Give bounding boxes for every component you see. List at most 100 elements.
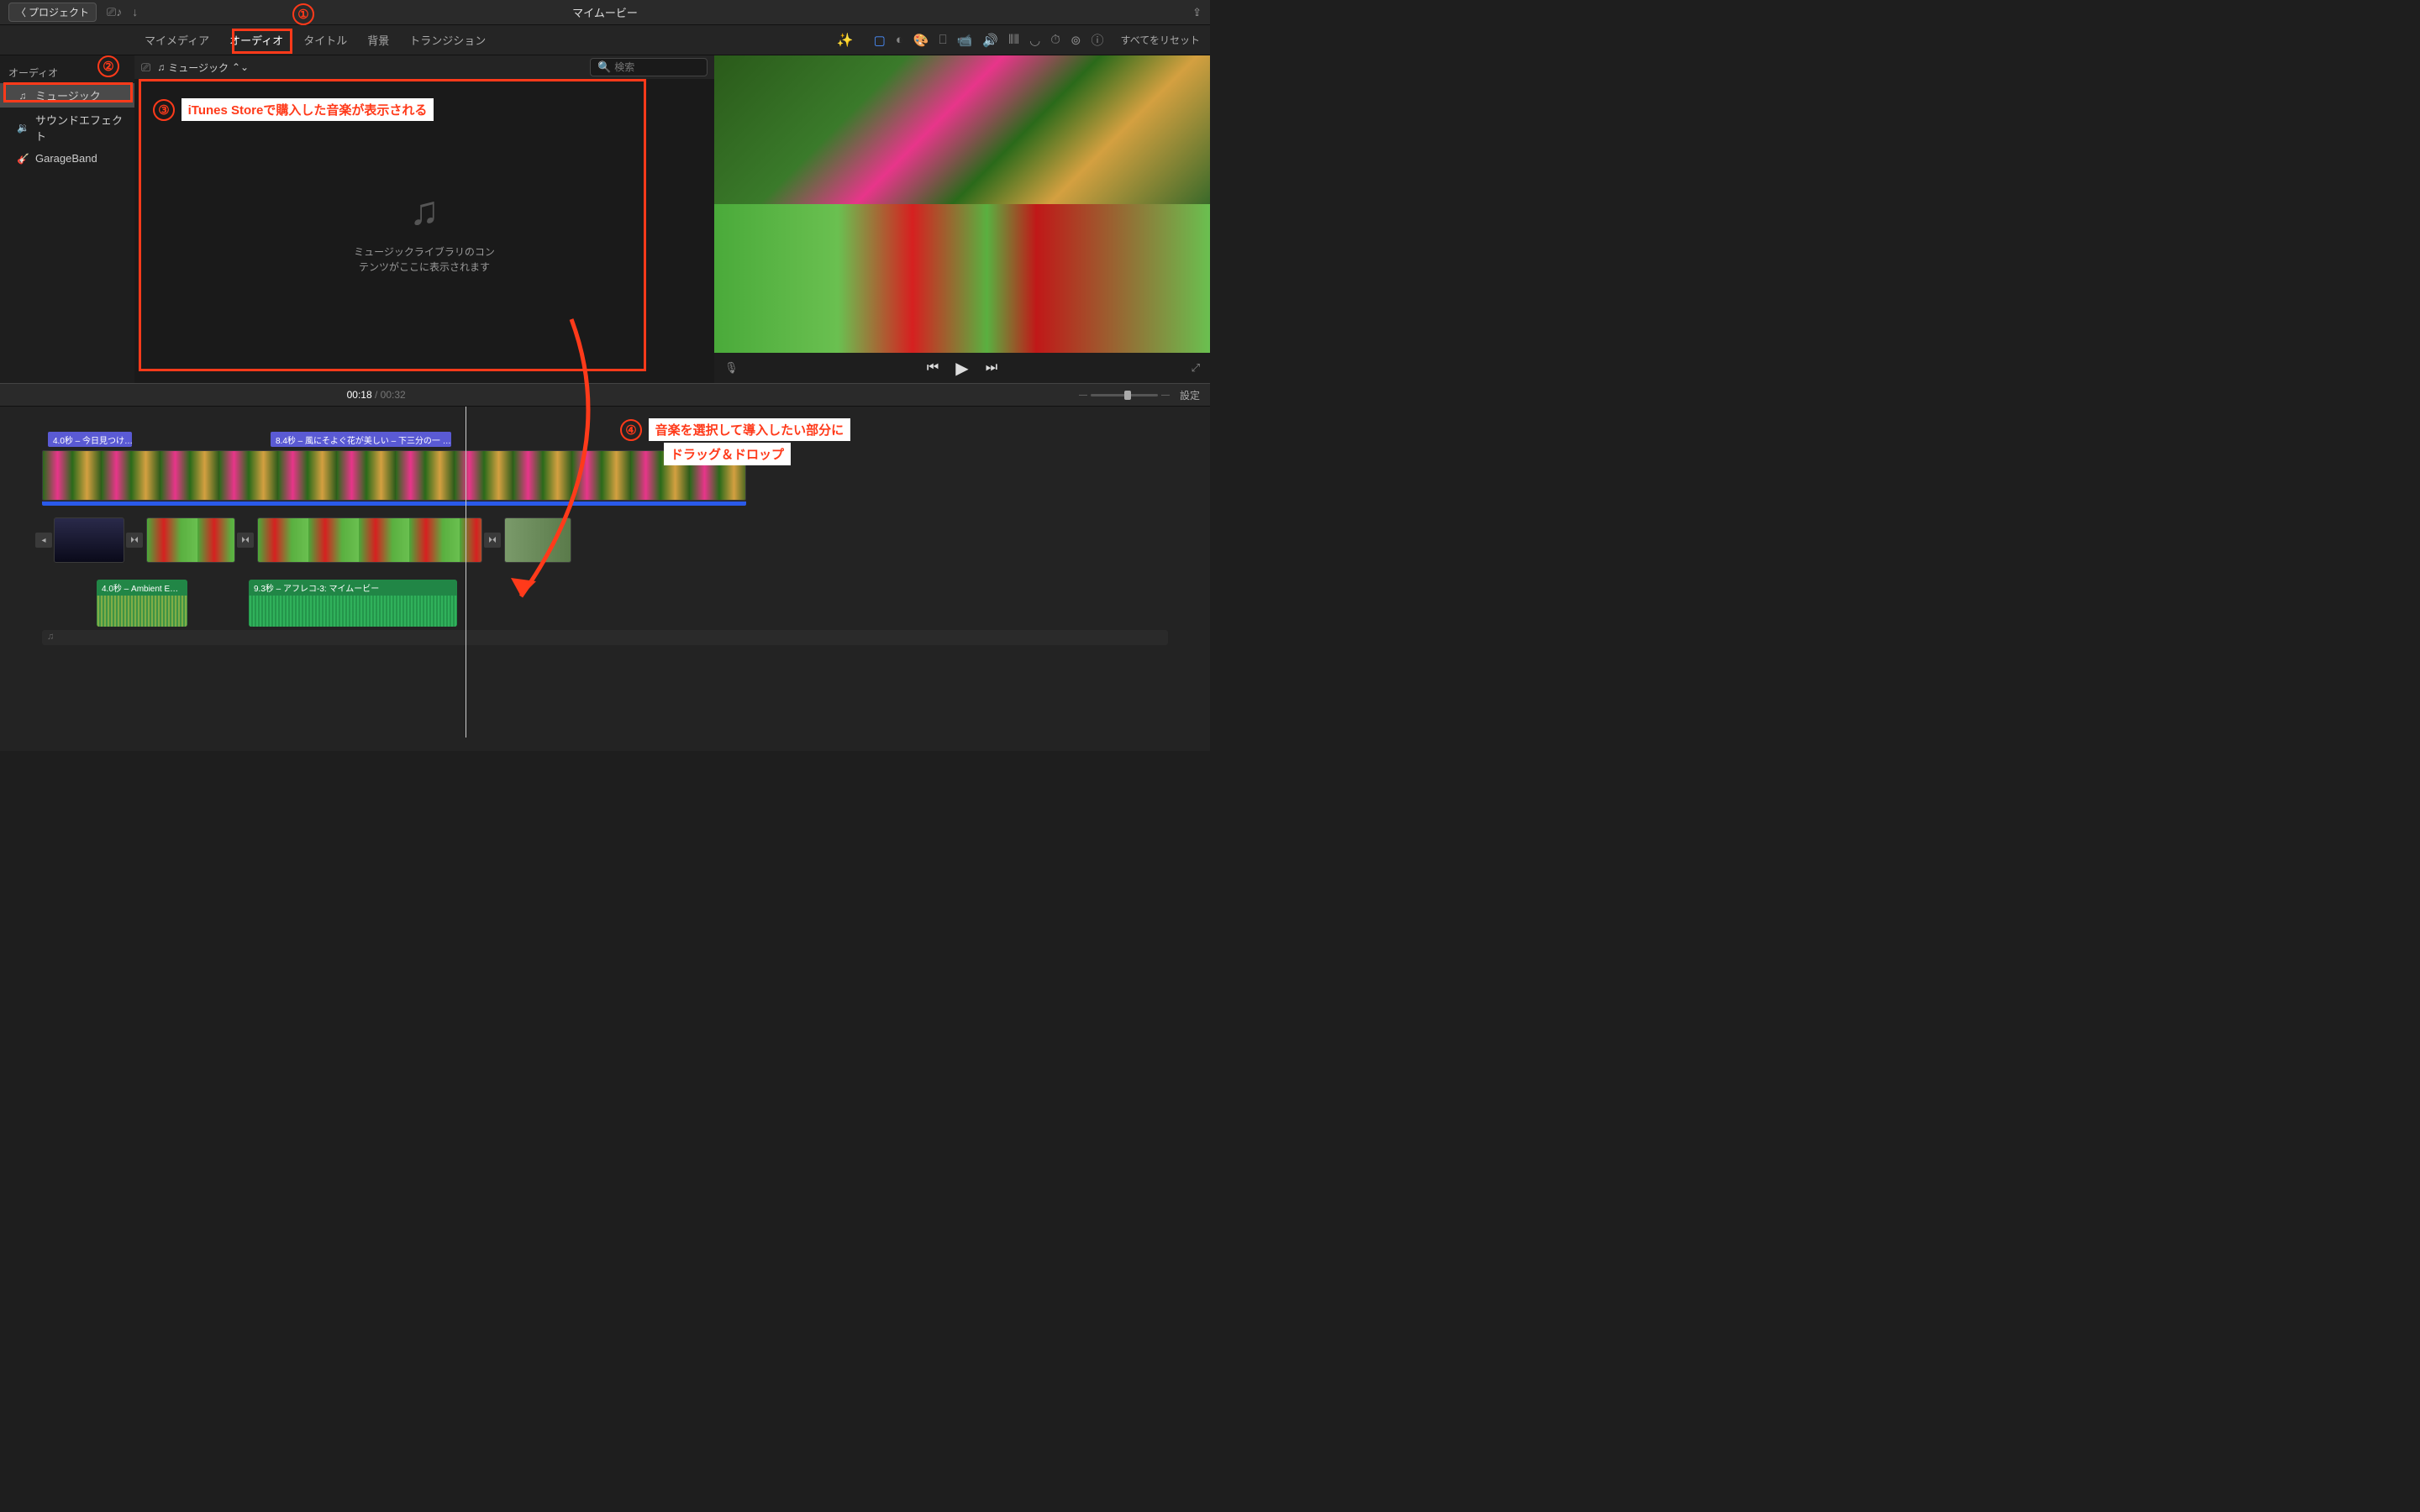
transition-icon[interactable]: ⏵⏴ xyxy=(126,533,143,548)
browser-empty-state: ♫ ミュージックライブラリのコン テンツがここに表示されます xyxy=(134,79,714,383)
reset-all-button[interactable]: すべてをリセット xyxy=(1121,33,1200,47)
search-box[interactable]: 🔍 xyxy=(590,58,708,76)
library-selector[interactable]: ♫ ミュージック ⌃⌄ xyxy=(157,60,249,75)
tab-backgrounds[interactable]: 背景 xyxy=(357,25,399,55)
waveform xyxy=(97,596,187,627)
play-button[interactable]: ▶ xyxy=(955,358,968,379)
tab-titles[interactable]: タイトル xyxy=(293,25,357,55)
slider-thumb[interactable] xyxy=(1124,391,1131,400)
back-button[interactable]: 〈 プロジェクト xyxy=(8,3,97,22)
empty-message-line1: ミュージックライブラリのコン xyxy=(354,244,495,260)
audio-sidebar: オーディオ ♫ ミュージック 🔉 サウンドエフェクト 🎸 GarageBand xyxy=(0,55,134,383)
updown-icon: ⌃⌄ xyxy=(232,61,249,73)
crop-icon[interactable]: ⎕ xyxy=(939,33,947,47)
title-clip[interactable]: 8.4秒 – 風にそよぐ花が美しい – 下三分の一 … xyxy=(271,432,451,447)
time-display: 00:18 / 00:32 xyxy=(347,389,406,401)
video-clip[interactable] xyxy=(257,517,482,563)
tab-bar: マイメディア オーディオ タイトル 背景 トランジション ✨ ▢ ◐ 🎨 ⎕ 📹… xyxy=(0,25,1210,55)
noise-reduce-icon[interactable]: ◡ xyxy=(1029,33,1040,48)
zoom-out-icon: — xyxy=(1079,391,1087,400)
sidebar-item-garageband[interactable]: 🎸 GarageBand xyxy=(0,148,134,169)
sidebar-item-soundeffects[interactable]: 🔉 サウンドエフェクト xyxy=(0,108,134,148)
music-icon: ♫ xyxy=(17,90,29,102)
empty-message-line2: テンツがここに表示されます xyxy=(354,260,495,275)
transition-icon[interactable]: ⏵⏴ xyxy=(237,533,254,548)
audio-clip[interactable]: 4.0秒 – Ambient E… xyxy=(97,580,187,627)
video-clip[interactable] xyxy=(504,517,571,563)
sidebar-item-music[interactable]: ♫ ミュージック xyxy=(0,83,134,108)
sidebar-item-label: サウンドエフェクト xyxy=(35,112,126,144)
prev-button[interactable]: ⏮ xyxy=(927,360,939,375)
timeline-settings-button[interactable]: 設定 xyxy=(1180,388,1200,402)
info-icon[interactable]: ⓘ xyxy=(1092,31,1104,49)
annotation-3: ③ iTunes Storeで購入した音楽が表示される xyxy=(153,98,434,121)
sidebar-item-label: ミュージック xyxy=(35,87,101,103)
volume-icon[interactable]: 🔊 xyxy=(982,33,998,48)
microphone-icon[interactable]: 🎙 xyxy=(724,361,739,375)
bgm-music-icon: ♫ xyxy=(47,632,54,642)
fullscreen-icon[interactable]: ⤢ xyxy=(1192,361,1200,375)
waveform xyxy=(249,596,457,627)
audio-clip-label: 4.0秒 – Ambient E… xyxy=(97,580,187,596)
library-label: ミュージック xyxy=(168,60,229,75)
back-label: プロジェクト xyxy=(29,5,89,19)
annotation-text-4b: ドラッグ＆ドロップ xyxy=(664,443,791,465)
media-tabs: マイメディア オーディオ タイトル 背景 トランジション xyxy=(134,25,496,55)
project-title: マイムービー xyxy=(572,4,638,20)
crop-frame-icon[interactable]: ▢ xyxy=(874,33,886,48)
clip-row: ◂ ⏵⏴ ⏵⏴ ⏵⏴ xyxy=(42,517,1168,568)
audio-clip-label: 9.3秒 – アフレコ-3: マイムービー xyxy=(249,580,457,596)
timeline[interactable]: 4.0秒 – 今日見つけ… 8.4秒 – 風にそよぐ花が美しい – 下三分の一 … xyxy=(0,407,1210,751)
speed-icon[interactable]: ⏱ xyxy=(1050,33,1060,47)
sidebar-toggle-icon[interactable]: ⎚ xyxy=(141,60,150,75)
speaker-icon: 🔉 xyxy=(17,122,29,134)
clip-audio-bar xyxy=(42,501,746,506)
tab-audio[interactable]: オーディオ xyxy=(219,25,293,55)
guitar-icon: 🎸 xyxy=(17,153,29,165)
next-button[interactable]: ⏭ xyxy=(986,360,997,375)
preview-frame-bottom xyxy=(714,204,1210,353)
search-input[interactable] xyxy=(614,61,700,73)
audio-track: 4.0秒 – Ambient E… 9.3秒 – アフレコ-3: マイムービー xyxy=(42,580,1168,627)
bgm-track[interactable]: ♫ xyxy=(42,630,1168,645)
zoom-slider[interactable]: — — xyxy=(1079,391,1170,400)
color-correction-icon[interactable]: 🎨 xyxy=(913,33,929,48)
preview-panel: 🎙 ⏮ ▶ ⏭ ⤢ xyxy=(714,55,1210,383)
search-icon: 🔍 xyxy=(597,60,611,74)
current-time: 00:18 xyxy=(347,389,372,401)
transition-icon[interactable]: ⏵⏴ xyxy=(484,533,501,548)
filter-icon[interactable]: ⊚ xyxy=(1071,33,1081,48)
video-clip[interactable] xyxy=(54,517,124,563)
annotation-1: ① xyxy=(292,3,314,25)
top-bar: 〈 プロジェクト ⎚♪ ↓ マイムービー ⇪ xyxy=(0,0,1210,25)
download-icon[interactable]: ↓ xyxy=(132,5,138,19)
video-clip[interactable] xyxy=(146,517,235,563)
preview-controls: 🎙 ⏮ ▶ ⏭ ⤢ xyxy=(714,353,1210,383)
chevron-left-icon: 〈 xyxy=(16,5,26,19)
stabilize-icon[interactable]: 📹 xyxy=(957,33,973,48)
browser-header: ⎚ ♫ ミュージック ⌃⌄ 🔍 xyxy=(134,55,714,79)
annotation-2: ② xyxy=(97,55,119,77)
tab-transitions[interactable]: トランジション xyxy=(399,25,496,55)
title-clip[interactable]: 4.0秒 – 今日見つけ… xyxy=(48,432,132,447)
zoom-in-icon: — xyxy=(1161,391,1170,400)
sidebar-item-label: GarageBand xyxy=(35,152,97,165)
preview-video[interactable] xyxy=(714,55,1210,353)
timeline-header: 00:18 / 00:32 — — 設定 xyxy=(0,383,1210,407)
music-note-icon: ♫ xyxy=(409,188,439,234)
slider-track[interactable] xyxy=(1091,394,1158,396)
share-icon[interactable]: ⇪ xyxy=(1192,6,1202,19)
media-import-icon[interactable]: ⎚♪ xyxy=(107,5,122,19)
color-balance-icon[interactable]: ◐ xyxy=(896,33,903,47)
annotation-4: ④ 音楽を選択して導入したい部分に ドラッグ＆ドロップ xyxy=(620,418,850,465)
magic-wand-icon[interactable]: ✨ xyxy=(837,32,854,49)
equalizer-icon[interactable]: ⦀⦀ xyxy=(1008,33,1019,47)
transition-icon[interactable]: ◂ xyxy=(35,533,52,548)
annotation-text-3: iTunes Storeで購入した音楽が表示される xyxy=(182,98,434,121)
total-time: 00:32 xyxy=(381,389,406,401)
adjust-toolbar: ✨ ▢ ◐ 🎨 ⎕ 📹 🔊 ⦀⦀ ◡ ⏱ ⊚ ⓘ すべてをリセット xyxy=(837,31,1210,49)
audio-clip[interactable]: 9.3秒 – アフレコ-3: マイムービー xyxy=(249,580,457,627)
tab-mymedia[interactable]: マイメディア xyxy=(134,25,219,55)
music-small-icon: ♫ xyxy=(157,61,165,73)
preview-frame-top xyxy=(714,55,1210,204)
